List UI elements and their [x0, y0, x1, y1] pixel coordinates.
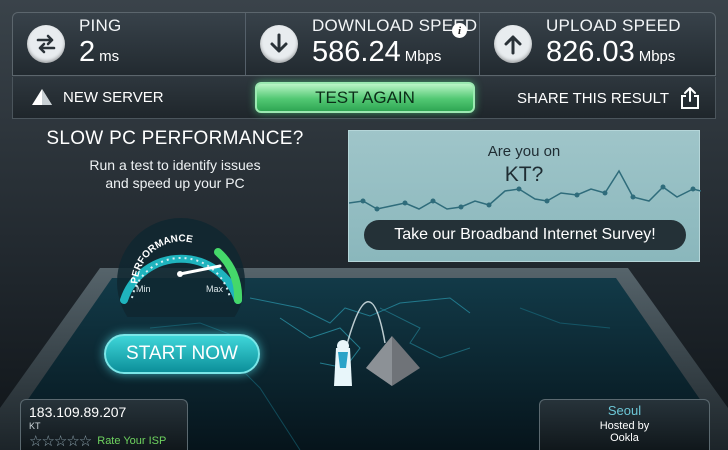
client-isp: KT: [29, 421, 41, 431]
ping-label: PING: [79, 15, 122, 35]
server-city: Seoul: [607, 403, 642, 418]
pc-performance-promo: SLOW PC PERFORMANCE? Run a test to ident…: [40, 128, 310, 192]
info-icon[interactable]: i: [452, 23, 467, 38]
upload-label: UPLOAD SPEED: [546, 15, 681, 35]
arrow-up-icon: [494, 25, 532, 63]
download-value: 586.24: [312, 35, 401, 68]
performance-gauge: PERFORMANCE Min Max: [117, 218, 245, 317]
arrow-down-icon: [260, 25, 298, 63]
speedtest-app: PING 2 ms DOWNLOAD SPEED 586.24 Mbps i U…: [0, 0, 728, 450]
ping-stat: PING 2 ms: [13, 13, 246, 75]
hosted-by-label: Hosted by: [599, 420, 650, 432]
take-survey-button[interactable]: Take our Broadband Internet Survey!: [364, 220, 686, 250]
action-bar: NEW SERVER TEST AGAIN SHARE THIS RESULT: [12, 77, 716, 119]
gauge-min-label: Min: [136, 284, 151, 294]
start-now-button[interactable]: START NOW: [104, 334, 260, 374]
share-label: SHARE THIS RESULT: [517, 89, 669, 107]
download-unit: Mbps: [404, 47, 442, 65]
rate-isp-link[interactable]: Rate Your ISP: [97, 435, 166, 447]
survey-isp: KT?: [504, 163, 544, 186]
server-info-panel: Seoul Hosted by Ookla: [539, 399, 710, 450]
download-stat: DOWNLOAD SPEED 586.24 Mbps i: [246, 13, 480, 75]
ping-value: 2: [79, 35, 96, 68]
broadband-survey-panel: Are you on KT? Take our Broadband Intern…: [348, 130, 701, 262]
promo-line-1: Run a test to identify issues: [89, 157, 261, 173]
promo-title: SLOW PC PERFORMANCE?: [46, 128, 304, 149]
upload-unit: Mbps: [638, 47, 676, 65]
server-host: Ookla: [610, 432, 639, 444]
upload-value: 826.03: [546, 35, 635, 68]
ping-unit: ms: [99, 47, 120, 65]
arrows-exchange-icon: [27, 25, 65, 63]
triangle-icon: [32, 89, 52, 105]
promo-line-2: and speed up your PC: [105, 175, 245, 191]
share-result-button[interactable]: SHARE THIS RESULT: [517, 86, 701, 110]
share-icon: [681, 87, 699, 109]
client-info-panel: 183.109.89.207 KT ☆☆☆☆☆ Rate Your ISP: [20, 399, 188, 450]
results-bar: PING 2 ms DOWNLOAD SPEED 586.24 Mbps i U…: [12, 12, 716, 76]
new-server-button[interactable]: NEW SERVER: [31, 88, 164, 106]
survey-question: Are you on: [487, 143, 561, 160]
new-server-label: NEW SERVER: [63, 88, 164, 106]
gauge-max-label: Max: [206, 284, 224, 294]
isp-rating-stars[interactable]: ☆☆☆☆☆: [29, 432, 92, 450]
client-ip: 183.109.89.207: [29, 404, 127, 420]
upload-stat: UPLOAD SPEED 826.03 Mbps: [480, 13, 715, 75]
test-again-button[interactable]: TEST AGAIN: [255, 82, 475, 113]
